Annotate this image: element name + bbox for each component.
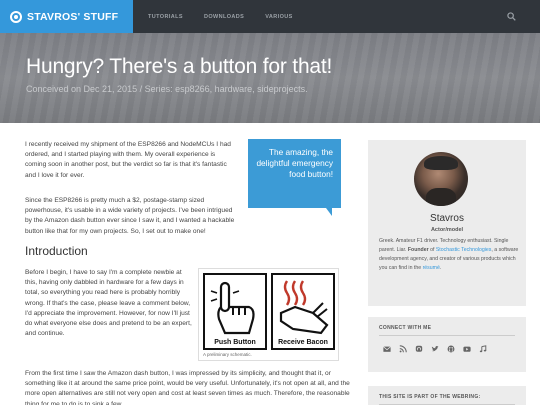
bio-end: . — [439, 265, 442, 271]
resume-link[interactable]: résumé — [423, 265, 440, 271]
email-icon[interactable] — [383, 345, 391, 353]
callout-bubble: The amazing, the delightful emergency fo… — [248, 139, 341, 216]
youtube-icon[interactable] — [463, 345, 471, 353]
bio-founder: Founder — [407, 247, 429, 253]
top-navbar: STAVROS' STUFF TUTORIALS DOWNLOADS VARIO… — [0, 0, 540, 33]
author-name: Stavros — [430, 213, 464, 224]
mastodon-icon[interactable] — [415, 345, 423, 353]
webring-title: THIS SITE IS PART OF THE WEBRING: — [379, 394, 481, 400]
article-paragraph: Before I begin, I have to say I'm a comp… — [25, 269, 192, 338]
avatar — [414, 152, 468, 206]
company-link[interactable]: Stochastic Technologies — [436, 247, 492, 253]
brand-logo-link[interactable]: STAVROS' STUFF — [0, 0, 133, 33]
schematic-figure: Push Button Receive Bacon A preliminary … — [198, 268, 339, 361]
search-icon[interactable] — [507, 12, 516, 21]
nav-item-various[interactable]: VARIOUS — [265, 14, 292, 20]
receive-bacon-label: Receive Bacon — [278, 339, 328, 346]
article-paragraph: I recently received my shipment of the E… — [25, 141, 231, 179]
divider — [379, 335, 515, 336]
main-nav: TUTORIALS DOWNLOADS VARIOUS — [148, 0, 314, 33]
music-icon[interactable] — [479, 345, 487, 353]
author-profile-card: Stavros Actor/model Greek. Amateur F1 dr… — [368, 140, 526, 306]
section-heading-introduction: Introduction — [25, 244, 88, 258]
bacon-hand-icon — [279, 280, 329, 335]
webring-widget: THIS SITE IS PART OF THE WEBRING: — [368, 386, 526, 405]
brand-name: STAVROS' STUFF — [27, 10, 119, 23]
receive-bacon-panel: Receive Bacon — [271, 273, 335, 350]
finger-press-icon — [210, 281, 255, 335]
rss-icon[interactable] — [399, 345, 407, 353]
push-button-panel: Push Button — [203, 273, 267, 350]
social-links — [383, 345, 495, 353]
nav-item-downloads[interactable]: DOWNLOADS — [204, 14, 244, 20]
nav-item-tutorials[interactable]: TUTORIALS — [148, 14, 183, 20]
figure-caption: A preliminary schematic. — [203, 352, 252, 357]
post-meta: Conceived on Dec 21, 2015 / Series: esp8… — [26, 84, 308, 94]
article-paragraph: Since the ESP8266 is pretty much a $2, p… — [25, 197, 235, 235]
push-button-label: Push Button — [214, 339, 256, 346]
connect-title: CONNECT WITH ME — [379, 325, 432, 331]
logo-icon — [10, 10, 22, 23]
author-bio: Greek. Amateur F1 driver. Technology ent… — [379, 237, 519, 273]
post-header: Hungry? There's a button for that! Conce… — [0, 33, 540, 123]
twitter-icon[interactable] — [431, 345, 439, 353]
connect-widget: CONNECT WITH ME — [368, 317, 526, 372]
author-role: Actor/model — [430, 227, 464, 233]
bio-of: of — [430, 247, 435, 253]
post-title: Hungry? There's a button for that! — [26, 55, 333, 78]
article-paragraph: From the first time I saw the Amazon das… — [25, 370, 350, 405]
github-icon[interactable] — [447, 345, 455, 353]
